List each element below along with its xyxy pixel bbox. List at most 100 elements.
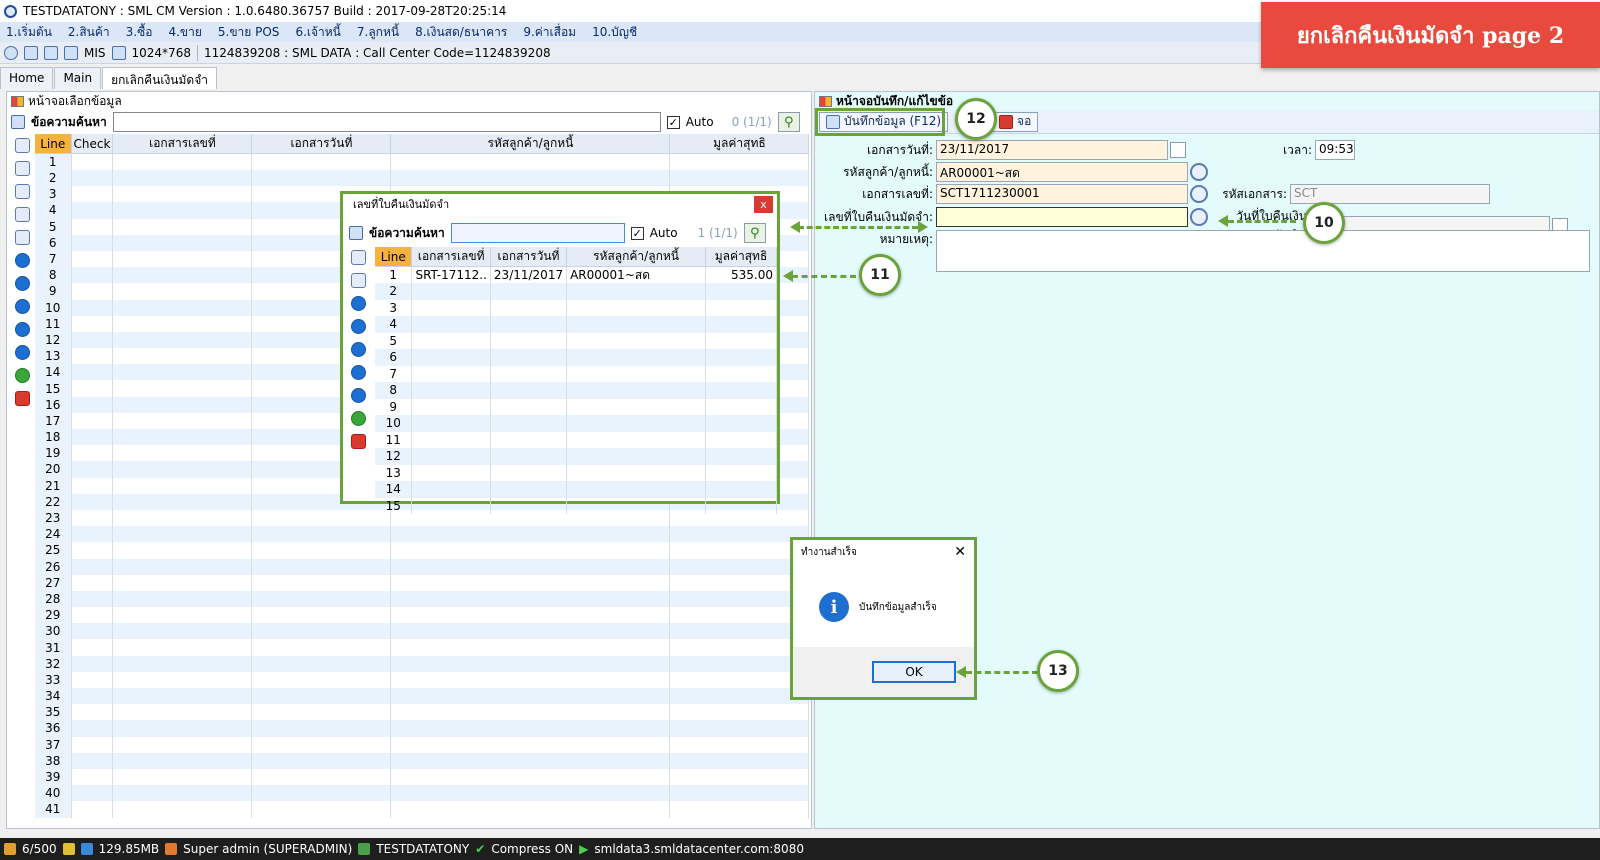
table-cell[interactable] [390,736,671,753]
table-cell[interactable] [390,639,671,656]
remark-field[interactable] [936,230,1590,272]
dialog-row[interactable]: 9 [375,398,778,415]
table-cell[interactable] [71,380,114,397]
tree-icon[interactable] [11,115,25,129]
table-cell[interactable] [390,785,671,802]
table-cell[interactable] [669,688,810,705]
table-cell[interactable] [71,315,114,332]
net-value-cell[interactable] [705,365,778,382]
table-cell[interactable] [390,526,671,543]
arrow-down-icon[interactable] [14,345,30,360]
screen-icon[interactable] [111,45,126,60]
doc-date-cell[interactable] [490,349,568,366]
dialog-row[interactable]: 13 [375,464,778,481]
column-header-customer[interactable]: รหัสลูกค้า/ลูกหนี้ [390,134,671,154]
table-row[interactable]: 28 [35,590,810,608]
table-cell[interactable] [112,736,253,753]
dialog-row[interactable]: 6 [375,349,778,366]
net-value-cell[interactable] [705,431,778,448]
table-cell[interactable] [71,429,114,446]
table-cell[interactable] [71,558,114,575]
dialog-column-doc-date[interactable]: เอกสารวันที่ [490,247,568,267]
table-cell[interactable] [390,768,671,786]
net-value-cell[interactable] [705,464,778,481]
table-cell[interactable] [71,655,114,672]
table-cell[interactable] [669,623,810,640]
table-cell[interactable] [112,623,253,640]
dialog-column-doc-no[interactable]: เอกสารเลขที่ [411,247,491,267]
doc-no-cell[interactable]: SRT-17112.. [411,266,491,283]
table-cell[interactable] [669,704,810,721]
dialog-search-input[interactable] [450,223,625,243]
dialog-column-net-value[interactable]: มูลค่าสุทธิ [705,247,778,267]
table-cell[interactable] [251,785,392,802]
table-cell[interactable] [112,720,253,737]
doc-no-cell[interactable] [411,349,491,366]
delete-icon[interactable] [14,391,30,406]
table-cell[interactable] [390,752,671,769]
table-cell[interactable] [71,218,114,235]
net-value-cell[interactable] [705,415,778,432]
table-cell[interactable] [112,493,253,510]
calendar-icon[interactable] [1170,142,1186,158]
table-cell[interactable] [251,720,392,737]
table-row[interactable]: 37 [35,736,810,753]
dialog-column-customer[interactable]: รหัสลูกค้า/ลูกหนี้ [566,247,706,267]
table-cell[interactable] [71,396,114,413]
doc-date-cell[interactable] [490,464,568,481]
table-cell[interactable] [112,704,253,721]
table-cell[interactable] [71,202,114,219]
table-cell[interactable] [112,752,253,769]
table-cell[interactable] [112,526,253,543]
doc-date-cell[interactable] [490,497,568,514]
table-cell[interactable] [71,590,114,608]
table-cell[interactable] [251,574,392,591]
table-cell[interactable] [112,299,253,316]
fast-forward-icon[interactable] [350,342,366,357]
customer-cell[interactable] [566,332,706,349]
table-row[interactable]: 32 [35,655,810,672]
arrow-right-icon[interactable] [350,319,366,334]
net-value-cell[interactable] [705,332,778,349]
doc-date-cell[interactable] [490,431,568,448]
table-cell[interactable] [71,607,114,624]
table-cell[interactable] [669,590,810,608]
net-value-cell[interactable] [705,349,778,366]
checklist-icon[interactable] [14,184,30,199]
table-cell[interactable] [71,574,114,591]
table-cell[interactable] [71,623,114,640]
table-cell[interactable] [251,752,392,769]
table-cell[interactable] [112,542,253,559]
customer-cell[interactable] [566,398,706,415]
table-cell[interactable] [71,234,114,251]
doc-no-cell[interactable] [411,398,491,415]
dialog-row[interactable]: 11 [375,431,778,448]
table-cell[interactable] [112,461,253,478]
list-icon[interactable] [14,230,30,245]
table-cell[interactable] [112,364,253,381]
table-row[interactable]: 27 [35,574,810,591]
list-icon[interactable] [350,273,366,288]
net-value-cell[interactable]: 535.00 [705,266,778,283]
net-value-cell[interactable] [705,398,778,415]
table-cell[interactable] [71,671,114,688]
customer-cell[interactable] [566,365,706,382]
table-cell[interactable] [112,558,253,575]
dialog-row[interactable]: 3 [375,299,778,316]
column-header-line[interactable]: Line [35,134,72,154]
doc-no-cell[interactable] [411,316,491,333]
dialog-row[interactable]: 15 [375,497,778,514]
table-cell[interactable] [71,250,114,268]
column-header-net-value[interactable]: มูลค่าสุทธิ [669,134,810,154]
table-cell[interactable] [251,671,392,688]
doc-date-cell[interactable] [490,481,568,498]
customer-cell[interactable] [566,316,706,333]
net-value-cell[interactable] [705,283,778,300]
table-cell[interactable] [390,655,671,672]
net-value-cell[interactable] [705,497,778,514]
table-cell[interactable] [71,412,114,429]
table-row[interactable]: 39 [35,768,810,786]
table-cell[interactable] [669,752,810,769]
table-row[interactable]: 31 [35,639,810,656]
doc-no-cell[interactable] [411,332,491,349]
